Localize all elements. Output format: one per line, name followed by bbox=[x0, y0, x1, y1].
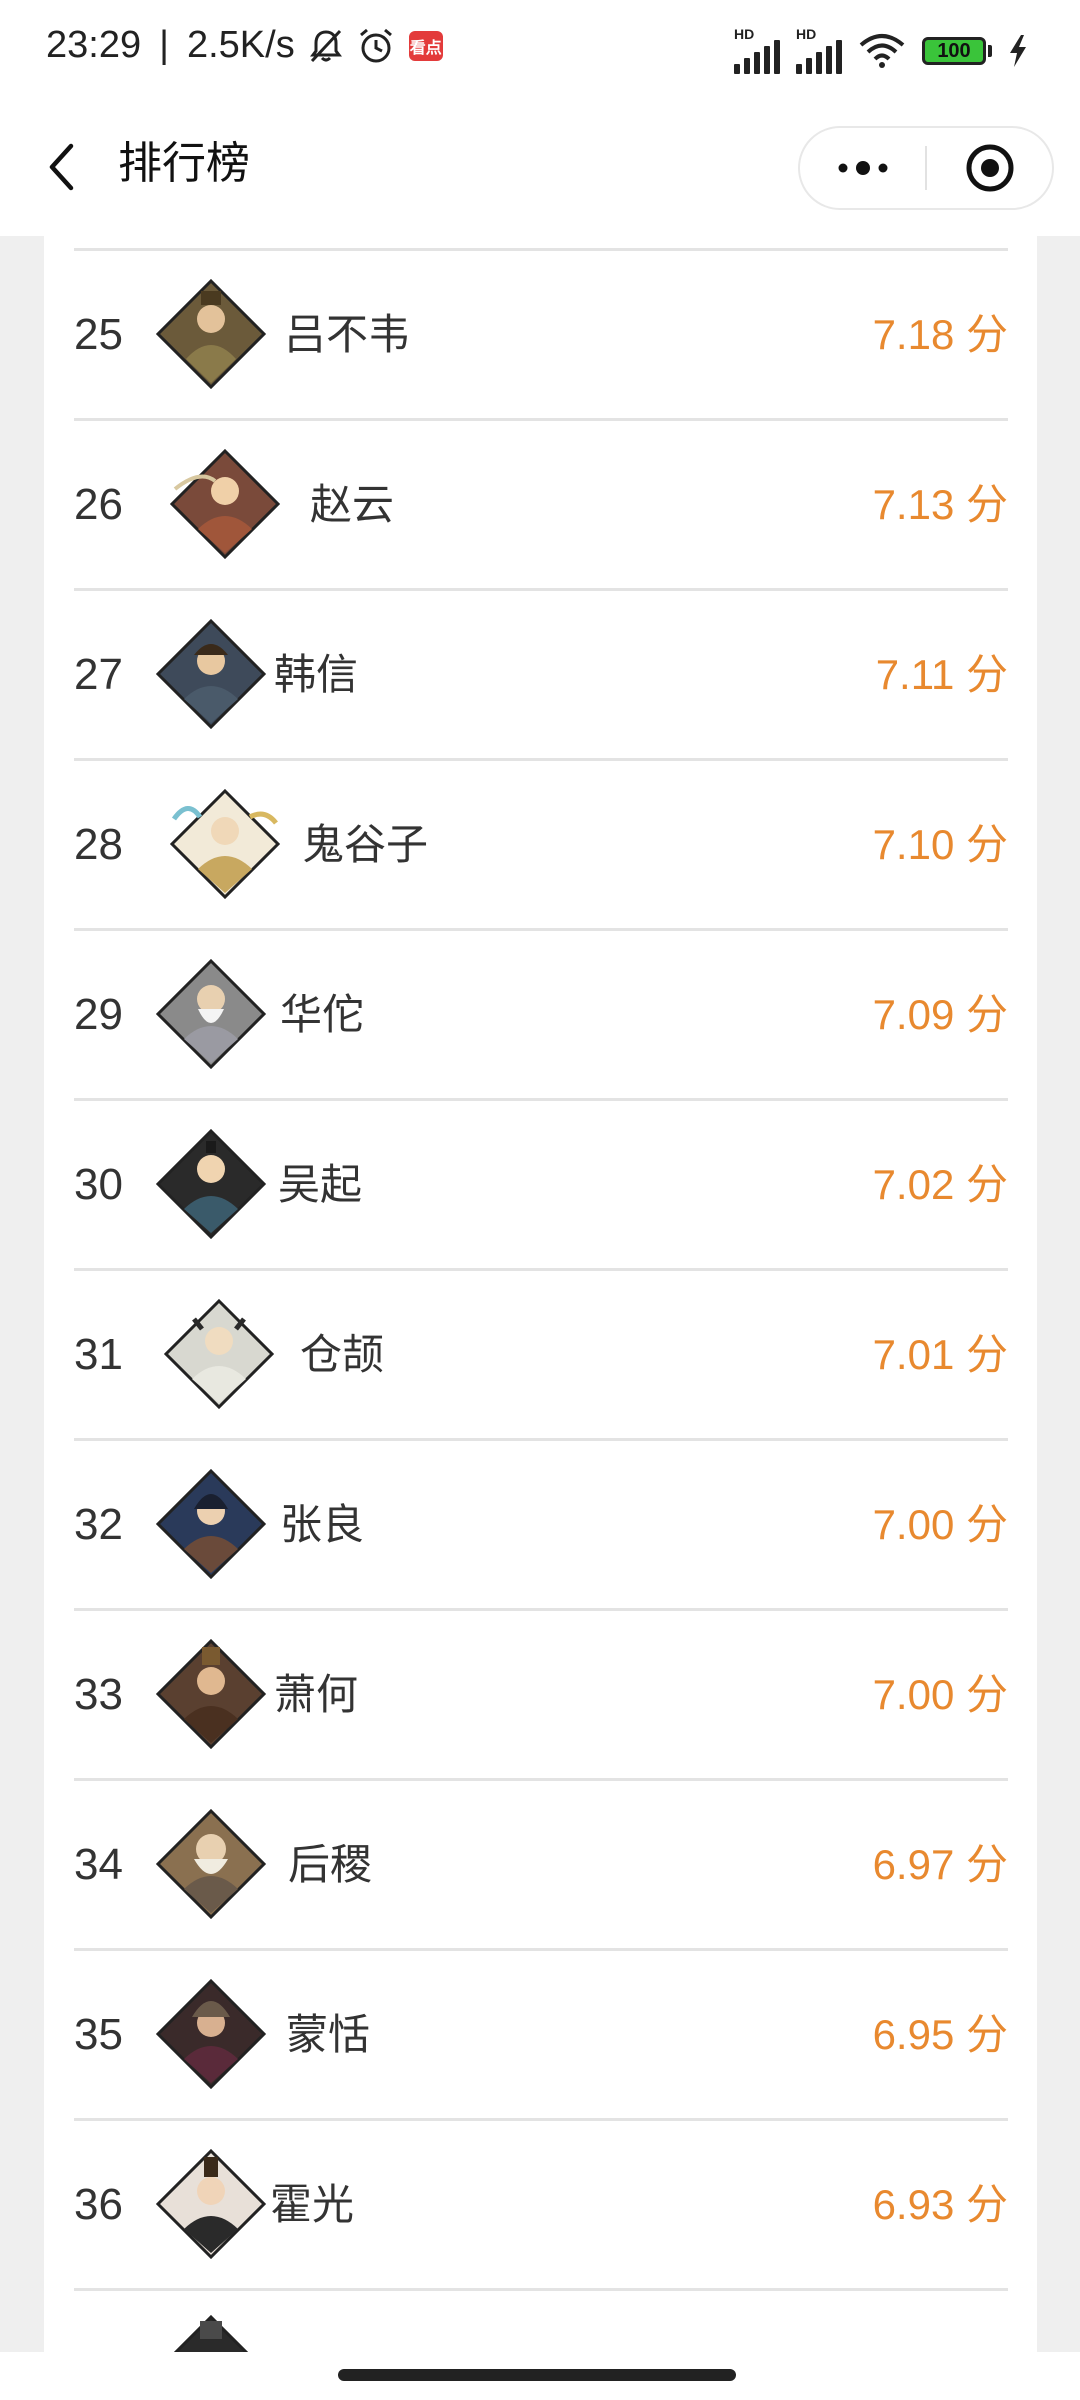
portrait-icon bbox=[170, 449, 280, 559]
back-button[interactable] bbox=[36, 140, 86, 194]
ranking-row[interactable]: 26 赵云 7.13 分 bbox=[74, 418, 1008, 588]
ranking-row[interactable]: 31 仓颉 7.01 分 bbox=[74, 1268, 1008, 1438]
hero-name: 霍光 bbox=[270, 2181, 355, 2228]
battery-icon: 100 bbox=[922, 37, 992, 65]
app-badge-icon: 看点 bbox=[408, 30, 443, 61]
hero-name: 吕不韦 bbox=[284, 311, 411, 358]
ranking-row[interactable]: 35 蒙恬 6.95 分 bbox=[74, 1948, 1008, 2118]
portrait-icon bbox=[156, 1129, 266, 1239]
portrait-icon bbox=[156, 2149, 266, 2259]
alarm-clock-icon bbox=[357, 27, 395, 65]
hero-score: 7.09 分 bbox=[872, 991, 1008, 1038]
portrait-icon bbox=[170, 789, 280, 899]
signal-2-label: HD bbox=[796, 26, 817, 42]
ranking-row[interactable]: 27 韩信 7.11 分 bbox=[74, 588, 1008, 758]
chevron-left-icon bbox=[49, 143, 74, 191]
rank-number: 25 bbox=[74, 310, 123, 359]
hero-name: 仓颉 bbox=[300, 1331, 385, 1378]
network-speed: 2.5K/s bbox=[186, 24, 295, 66]
hero-score: 7.02 分 bbox=[872, 1161, 1008, 1208]
hero-name: 后稷 bbox=[288, 1841, 373, 1888]
mini-program-capsule bbox=[798, 126, 1054, 210]
ranking-row[interactable]: 32 张良 7.00 分 bbox=[74, 1438, 1008, 1608]
target-circle-icon bbox=[966, 144, 1013, 192]
hero-score: 7.10 分 bbox=[872, 821, 1008, 868]
status-bar: 23:29 | 2.5K/s 看点 HD HD 100 bbox=[0, 0, 1080, 96]
status-time: 23:29 bbox=[46, 24, 142, 66]
hero-name: 韩信 bbox=[274, 651, 359, 698]
hero-score: 7.13 分 bbox=[872, 481, 1008, 528]
hero-name: 华佗 bbox=[280, 991, 365, 1038]
cellular-signal-icon: HD bbox=[734, 26, 780, 74]
title-bar: 排行榜 bbox=[0, 96, 1080, 236]
rank-number: 32 bbox=[74, 1500, 123, 1549]
portrait-icon bbox=[156, 619, 266, 729]
portrait-icon bbox=[156, 1809, 266, 1919]
hero-name: 张良 bbox=[280, 1501, 365, 1548]
signal-1-label: HD bbox=[734, 26, 755, 42]
ranking-row[interactable]: 28 鬼谷子 7.10 分 bbox=[74, 758, 1008, 928]
rank-number: 28 bbox=[74, 820, 123, 869]
ranking-list: 25 吕不韦 7.18 分 26 赵云 7.13 分 27 韩信 7.11 分 … bbox=[74, 248, 1008, 2352]
page-title: 排行榜 bbox=[118, 139, 250, 188]
hero-score: 7.00 分 bbox=[872, 1501, 1008, 1548]
rank-number: 30 bbox=[74, 1160, 123, 1209]
ranking-row[interactable]: 33 萧何 7.00 分 bbox=[74, 1608, 1008, 1778]
ranking-card: 25 吕不韦 7.18 分 26 赵云 7.13 分 27 韩信 7.11 分 … bbox=[44, 236, 1037, 2352]
rank-number: 29 bbox=[74, 990, 123, 1039]
ranking-row[interactable]: 34 后稷 6.97 分 bbox=[74, 1778, 1008, 1948]
hero-score: 6.93 分 bbox=[872, 2181, 1008, 2228]
rank-number: 31 bbox=[74, 1330, 123, 1379]
battery-level: 100 bbox=[922, 37, 986, 65]
hero-score: 7.18 分 bbox=[872, 311, 1008, 358]
rank-number: 33 bbox=[74, 1670, 123, 1719]
portrait-icon bbox=[156, 1469, 266, 1579]
hero-name: 蒙恬 bbox=[286, 2011, 371, 2058]
hero-score: 7.01 分 bbox=[872, 1331, 1008, 1378]
rank-number: 27 bbox=[74, 650, 123, 699]
rank-number: 34 bbox=[74, 1840, 123, 1889]
ranking-row[interactable]: 25 吕不韦 7.18 分 bbox=[74, 248, 1008, 418]
ranking-row[interactable]: 29 华佗 7.09 分 bbox=[74, 928, 1008, 1098]
portrait-icon bbox=[173, 2315, 249, 2352]
cellular-signal-icon-2: HD bbox=[796, 26, 842, 74]
hero-score: 6.95 分 bbox=[872, 2011, 1008, 2058]
portrait-icon bbox=[156, 1979, 266, 2089]
rank-number: 26 bbox=[74, 480, 123, 529]
rank-number: 35 bbox=[74, 2010, 123, 2059]
portrait-icon bbox=[156, 1639, 266, 1749]
rank-number: 36 bbox=[74, 2180, 123, 2229]
portrait-icon bbox=[164, 1299, 274, 1409]
status-right: HD HD 100 bbox=[734, 26, 1028, 74]
hero-name: 吴起 bbox=[278, 1161, 363, 1208]
portrait-icon bbox=[156, 279, 266, 389]
bell-muted-icon bbox=[309, 28, 343, 64]
hero-score: 6.97 分 bbox=[872, 1841, 1008, 1888]
charging-bolt-icon bbox=[1008, 35, 1028, 67]
hero-score: 7.00 分 bbox=[872, 1671, 1008, 1718]
hero-name: 赵云 bbox=[310, 481, 395, 528]
hero-name: 鬼谷子 bbox=[302, 821, 429, 868]
close-mini-program-button[interactable] bbox=[927, 128, 1052, 208]
status-separator: | bbox=[159, 24, 169, 66]
wifi-icon bbox=[858, 33, 906, 69]
more-dots-icon bbox=[838, 161, 887, 175]
hero-score: 7.11 分 bbox=[875, 651, 1008, 698]
more-button[interactable] bbox=[800, 128, 925, 208]
ranking-row-partial[interactable] bbox=[74, 2288, 1008, 2352]
ranking-row[interactable]: 36 霍光 6.93 分 bbox=[74, 2118, 1008, 2288]
content-area: 25 吕不韦 7.18 分 26 赵云 7.13 分 27 韩信 7.11 分 … bbox=[0, 236, 1080, 2352]
hero-name: 萧何 bbox=[274, 1671, 359, 1718]
ranking-row[interactable]: 30 吴起 7.02 分 bbox=[74, 1098, 1008, 1268]
status-left: 23:29 | 2.5K/s 看点 bbox=[46, 24, 443, 67]
portrait-icon bbox=[156, 959, 266, 1069]
home-indicator[interactable] bbox=[338, 2369, 736, 2381]
